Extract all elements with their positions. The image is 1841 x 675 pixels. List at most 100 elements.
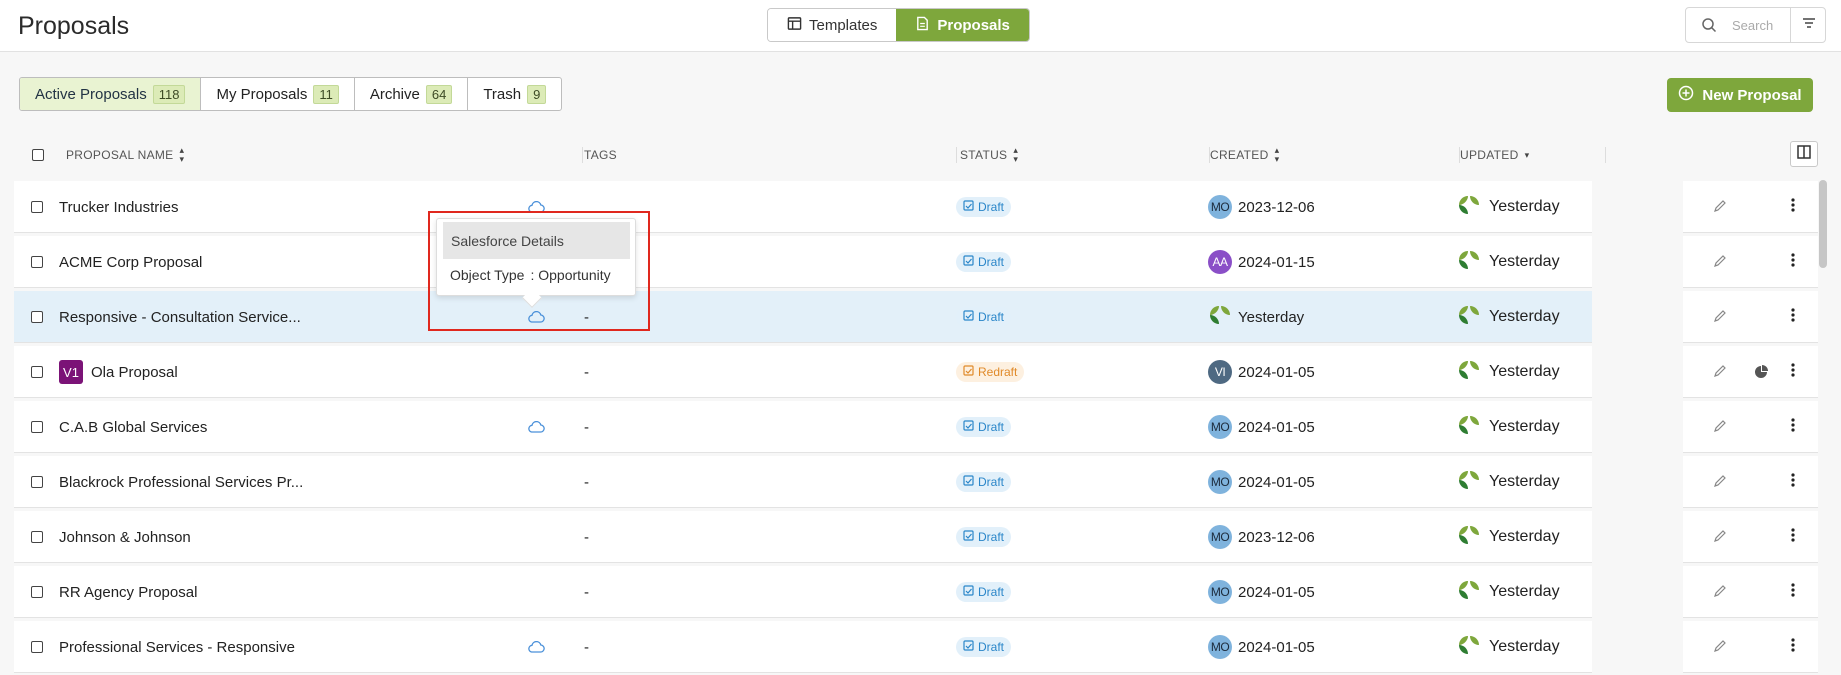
header-updated[interactable]: UPDATED ▾ xyxy=(1460,140,1606,170)
proposal-name[interactable]: Responsive - Consultation Service... xyxy=(59,309,301,326)
row-checkbox[interactable] xyxy=(31,586,43,598)
more-options-icon[interactable] xyxy=(1791,417,1795,438)
tab-active-proposals[interactable]: Active Proposals 118 xyxy=(20,78,202,110)
status-cell: Draft xyxy=(956,621,1012,673)
edit-pencil-icon[interactable] xyxy=(1713,254,1727,273)
analytics-pie-icon[interactable] xyxy=(1753,364,1769,385)
table-row[interactable]: ACME Corp Proposal Draft AA 2024-01-15 Yeste… xyxy=(14,236,1818,291)
select-all-checkbox[interactable] xyxy=(32,149,44,161)
table-row[interactable]: Johnson & Johnson - Draft MO 2023-12-06 Yeste… xyxy=(14,511,1818,566)
edit-pencil-icon[interactable] xyxy=(1713,199,1727,218)
proposal-tabs: Active Proposals 118 My Proposals 11 Arc… xyxy=(19,77,563,111)
updated-date: Yesterday xyxy=(1489,418,1560,435)
edit-pencil-icon[interactable] xyxy=(1713,364,1727,383)
status-badge: Draft xyxy=(956,637,1012,657)
header-created[interactable]: CREATED ▴ ▾ xyxy=(1210,140,1460,170)
proposal-name[interactable]: Johnson & Johnson xyxy=(59,529,191,546)
header-tags: TAGS xyxy=(584,140,957,170)
more-options-icon[interactable] xyxy=(1791,637,1795,658)
name-cell: ACME Corp Proposal xyxy=(59,236,202,288)
table-row[interactable]: C.A.B Global Services - Draft MO 2024-01-05 Y… xyxy=(14,401,1818,456)
header-proposal-name[interactable]: PROPOSAL NAME ▴ ▾ xyxy=(66,140,583,170)
status-icon xyxy=(963,640,974,654)
table-row[interactable]: Professional Services - Responsive - Draft… xyxy=(14,621,1818,675)
header-label: UPDATED xyxy=(1460,148,1519,162)
more-options-icon[interactable] xyxy=(1791,582,1795,603)
new-proposal-button[interactable]: New Proposal xyxy=(1667,78,1813,112)
highlight-box xyxy=(428,211,650,331)
updater-logo-icon xyxy=(1457,413,1481,442)
row-checkbox[interactable] xyxy=(31,256,43,268)
tab-trash[interactable]: Trash 9 xyxy=(468,78,561,110)
row-checkbox[interactable] xyxy=(31,421,43,433)
proposal-name[interactable]: C.A.B Global Services xyxy=(59,419,207,436)
row-checkbox[interactable] xyxy=(31,201,43,213)
more-options-icon[interactable] xyxy=(1791,307,1795,328)
created-cell: VI 2024-01-05 xyxy=(1208,346,1315,398)
row-checkbox[interactable] xyxy=(31,366,43,378)
more-options-icon[interactable] xyxy=(1791,527,1795,548)
tab-archive[interactable]: Archive 64 xyxy=(355,78,469,110)
vertical-scrollbar[interactable] xyxy=(1819,180,1827,268)
tab-my-proposals[interactable]: My Proposals 11 xyxy=(201,78,355,110)
creator-avatar: MO xyxy=(1208,415,1232,439)
salesforce-cloud-icon[interactable] xyxy=(527,401,545,453)
tab-label: Trash xyxy=(483,85,522,103)
proposal-name[interactable]: Blackrock Professional Services Pr... xyxy=(59,474,303,491)
search-icon[interactable] xyxy=(1686,17,1732,33)
row-checkbox-cell xyxy=(31,181,43,233)
tags-cell: - xyxy=(584,473,589,491)
edit-pencil-icon[interactable] xyxy=(1713,584,1727,603)
more-options-icon[interactable] xyxy=(1791,472,1795,493)
edit-pencil-icon[interactable] xyxy=(1713,309,1727,328)
row-checkbox-cell xyxy=(31,236,43,288)
tags-cell: - xyxy=(584,638,589,656)
proposal-name[interactable]: RR Agency Proposal xyxy=(59,584,197,601)
tags-cell: - xyxy=(584,418,589,436)
row-checkbox[interactable] xyxy=(31,311,43,323)
more-options-icon[interactable] xyxy=(1791,362,1795,383)
table-row[interactable]: Trucker Industries Draft MO 2023-12-06 Yeste… xyxy=(14,181,1818,236)
templates-label: Templates xyxy=(809,16,878,34)
column-settings-button[interactable] xyxy=(1790,141,1818,167)
proposals-button[interactable]: Proposals xyxy=(896,9,1029,41)
proposal-name[interactable]: ACME Corp Proposal xyxy=(59,254,202,271)
tab-count: 9 xyxy=(527,84,547,104)
table-row[interactable]: Blackrock Professional Services Pr... - Dr… xyxy=(14,456,1818,511)
edit-pencil-icon[interactable] xyxy=(1713,639,1727,658)
page-title: Proposals xyxy=(18,12,130,40)
salesforce-cloud-icon[interactable] xyxy=(527,621,545,673)
proposal-name[interactable]: Professional Services - Responsive xyxy=(59,639,295,656)
edit-pencil-icon[interactable] xyxy=(1713,419,1727,438)
status-cell: Draft xyxy=(956,401,1012,453)
header-status[interactable]: STATUS ▴ ▾ xyxy=(960,140,1210,170)
row-checkbox[interactable] xyxy=(31,641,43,653)
filter-button[interactable] xyxy=(1790,8,1826,42)
status-badge: Draft xyxy=(956,252,1012,272)
row-checkbox[interactable] xyxy=(31,476,43,488)
more-options-icon[interactable] xyxy=(1791,197,1795,218)
more-options-icon[interactable] xyxy=(1791,252,1795,273)
filter-icon xyxy=(1802,16,1816,34)
proposal-name[interactable]: Ola Proposal xyxy=(91,364,178,381)
name-cell: RR Agency Proposal xyxy=(59,566,197,618)
header-label: STATUS xyxy=(960,148,1008,162)
templates-button[interactable]: Templates xyxy=(768,9,897,41)
search-input[interactable] xyxy=(1732,17,1778,33)
created-date: 2024-01-05 xyxy=(1238,583,1315,601)
table-row[interactable]: Responsive - Consultation Service... - Dra… xyxy=(14,291,1818,346)
proposal-name[interactable]: Trucker Industries xyxy=(59,199,178,216)
row-checkbox[interactable] xyxy=(31,531,43,543)
edit-pencil-icon[interactable] xyxy=(1713,474,1727,493)
table-row[interactable]: V1 Ola Proposal - Redraft VI 2024-01-05 Yester… xyxy=(14,346,1818,401)
updated-date: Yesterday xyxy=(1489,363,1560,380)
status-label: Draft xyxy=(978,420,1005,434)
edit-pencil-icon[interactable] xyxy=(1713,529,1727,548)
table-row[interactable]: RR Agency Proposal - Draft MO 2024-01-05 Yest… xyxy=(14,566,1818,621)
updated-cell: Yesterday xyxy=(1457,291,1560,343)
row-actions xyxy=(1683,621,1818,673)
header-label: CREATED xyxy=(1210,148,1269,162)
proposals-table: Trucker Industries Draft MO 2023-12-06 Yeste… xyxy=(14,181,1818,675)
updater-logo-icon xyxy=(1457,303,1481,332)
created-date: 2024-01-05 xyxy=(1238,638,1315,656)
